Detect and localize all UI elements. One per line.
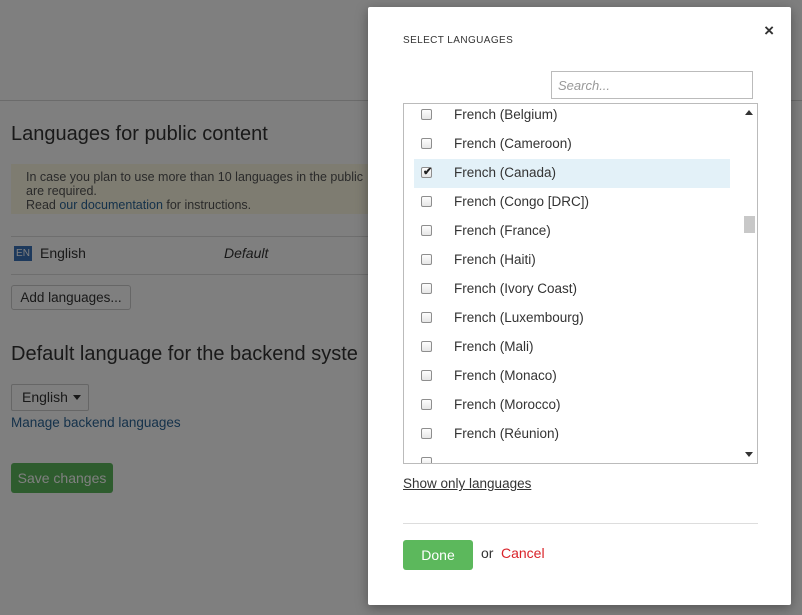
close-icon[interactable]: × bbox=[764, 21, 774, 41]
language-option-label: French (Ivory Coast) bbox=[454, 281, 578, 296]
checkbox[interactable] bbox=[421, 457, 432, 463]
language-option[interactable]: French (Luxembourg) bbox=[414, 304, 730, 333]
language-option-label: French (Mali) bbox=[454, 339, 534, 354]
language-option-label: French (Réunion) bbox=[454, 426, 560, 441]
language-option[interactable]: French (Congo [DRC]) bbox=[414, 188, 730, 217]
show-only-languages-link[interactable]: Show only languages bbox=[403, 476, 531, 491]
select-languages-dialog: SELECT LANGUAGES × French (Belgium)Frenc… bbox=[368, 7, 791, 605]
language-option[interactable]: French (Monaco) bbox=[414, 362, 730, 391]
language-option[interactable]: French (Réunion) bbox=[414, 420, 730, 449]
checkbox[interactable] bbox=[421, 370, 432, 381]
footer-divider bbox=[403, 523, 758, 524]
checkbox[interactable] bbox=[421, 341, 432, 352]
language-option[interactable]: French (Mali) bbox=[414, 333, 730, 362]
language-option-label: French (Belgium) bbox=[454, 107, 558, 122]
checkbox-checked[interactable]: ✔ bbox=[421, 166, 433, 178]
language-option-label: French (France) bbox=[454, 223, 551, 238]
language-option[interactable]: French (Belgium) bbox=[414, 104, 730, 130]
or-text: or bbox=[481, 545, 494, 561]
checkbox[interactable] bbox=[421, 225, 432, 236]
done-button[interactable]: Done bbox=[403, 540, 473, 570]
language-option-label: French (Haiti) bbox=[454, 252, 536, 267]
checkbox[interactable] bbox=[421, 428, 432, 439]
language-list: French (Belgium) French (Cameroon) ✔ French… bbox=[403, 103, 758, 464]
checkbox[interactable] bbox=[421, 283, 432, 294]
language-option-label: French (Morocco) bbox=[454, 397, 561, 412]
checkbox[interactable] bbox=[421, 109, 432, 120]
checkbox[interactable] bbox=[421, 399, 432, 410]
language-option[interactable]: French (Ivory Coast) bbox=[414, 275, 730, 304]
dialog-title: SELECT LANGUAGES bbox=[403, 35, 514, 46]
language-option-label: French (Luxembourg) bbox=[454, 310, 584, 325]
checkmark-icon: ✔ bbox=[423, 166, 433, 178]
language-option-label: French (Congo [DRC]) bbox=[454, 194, 590, 209]
scrollbar-thumb[interactable] bbox=[744, 216, 755, 233]
checkbox[interactable] bbox=[421, 138, 432, 149]
language-option-label: French (Canada) bbox=[454, 165, 557, 180]
language-search-input[interactable] bbox=[551, 71, 753, 99]
language-option[interactable]: French (Cameroon) bbox=[414, 130, 730, 159]
language-list-items: French (Belgium) French (Cameroon) ✔ French… bbox=[404, 104, 744, 463]
checkbox[interactable] bbox=[421, 312, 432, 323]
checkbox[interactable] bbox=[421, 196, 432, 207]
scrollbar[interactable] bbox=[741, 104, 757, 463]
language-option[interactable]: French (France) bbox=[414, 217, 730, 246]
checkbox[interactable] bbox=[421, 254, 432, 265]
scroll-down-arrow-icon[interactable] bbox=[745, 452, 753, 457]
language-option-label: French (Monaco) bbox=[454, 368, 557, 383]
language-option-label: French (Cameroon) bbox=[454, 136, 572, 151]
language-option[interactable]: French (Haiti) bbox=[414, 246, 730, 275]
language-option-partial[interactable] bbox=[414, 449, 730, 463]
scroll-up-arrow-icon[interactable] bbox=[745, 110, 753, 115]
language-option[interactable]: ✔ French (Canada) bbox=[414, 159, 730, 188]
cancel-link[interactable]: Cancel bbox=[501, 545, 545, 561]
language-option[interactable]: French (Morocco) bbox=[414, 391, 730, 420]
